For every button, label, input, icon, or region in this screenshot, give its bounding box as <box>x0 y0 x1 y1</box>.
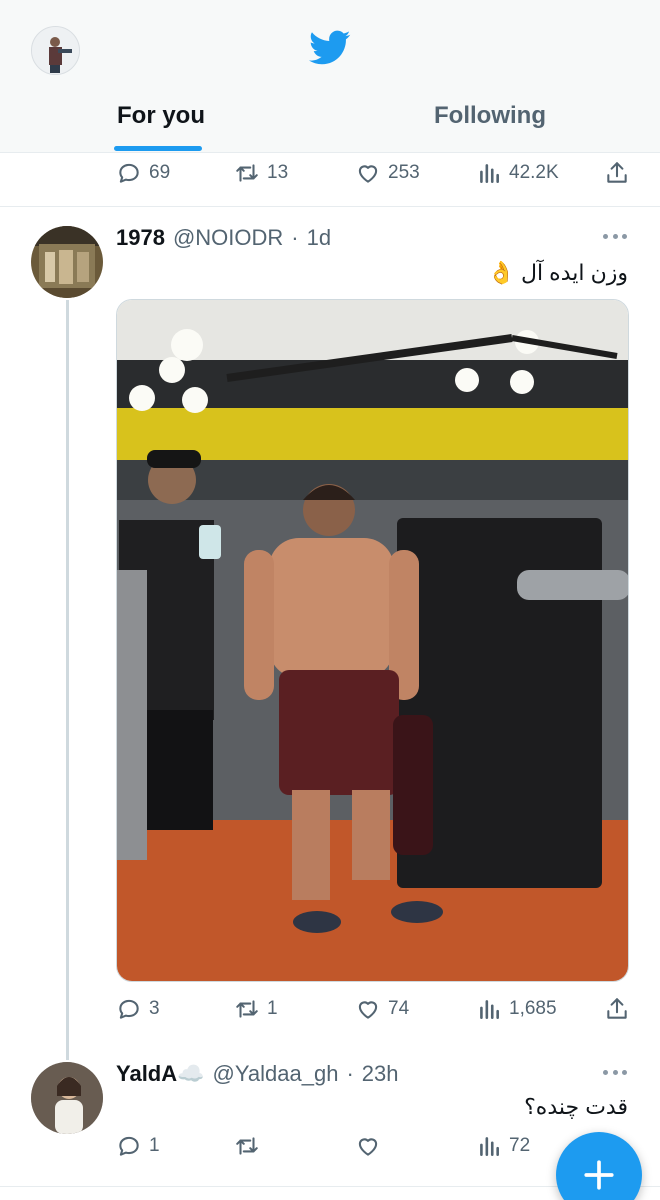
tweet1-media-photo[interactable] <box>116 299 629 982</box>
compose-plus-icon <box>584 1160 614 1190</box>
profile-avatar[interactable] <box>31 26 80 75</box>
tweet1-text: وزن ایده آل 👌 <box>487 260 628 285</box>
views-icon <box>480 1137 499 1156</box>
active-tab-indicator <box>114 146 202 151</box>
tweet2-display-name[interactable]: YaldA☁️ <box>116 1061 205 1087</box>
tweet2-more-menu[interactable] <box>603 1067 627 1077</box>
more-dot <box>603 233 608 239</box>
reply-button[interactable]: 3 <box>116 993 160 1025</box>
retweet-button[interactable]: 1 <box>234 993 278 1025</box>
tweet2-avatar[interactable] <box>31 1062 103 1134</box>
reply-count: 1 <box>149 1135 160 1156</box>
retweet-count: 1 <box>267 998 278 1019</box>
tweet1-header: 1978 @NOIODR · 1d <box>116 225 331 251</box>
prev-tweet-action-bar: 69 13 253 42.2K <box>116 157 631 189</box>
views-button[interactable]: 72 <box>476 1130 530 1162</box>
reply-button[interactable]: 69 <box>116 157 170 189</box>
reply-button[interactable]: 1 <box>116 1130 160 1162</box>
views-icon <box>480 1000 499 1019</box>
tweet-divider <box>0 206 660 207</box>
reply-count: 69 <box>149 162 171 183</box>
twitter-bird-icon[interactable] <box>309 30 351 66</box>
more-dot <box>622 233 627 239</box>
reply-count: 3 <box>149 998 160 1019</box>
views-count: 1,685 <box>509 998 557 1019</box>
tab-following[interactable]: Following <box>434 102 546 130</box>
tweet1-display-name[interactable]: 1978 <box>116 225 165 251</box>
like-icon <box>358 165 378 183</box>
thread-connector-line <box>66 300 69 1060</box>
tweet2-header: YaldA☁️ @Yaldaa_gh · 23h <box>116 1061 399 1087</box>
like-count: 74 <box>388 998 410 1019</box>
reply-icon <box>119 163 139 183</box>
tweet1-separator: · <box>291 225 299 250</box>
retweet-icon <box>236 1000 258 1018</box>
like-button[interactable]: 74 <box>355 993 409 1025</box>
top-header: For you Following <box>0 0 660 153</box>
reply-icon <box>119 1136 139 1156</box>
views-count: 42.2K <box>509 162 559 183</box>
retweet-icon <box>236 164 258 182</box>
tweet2-separator: · <box>346 1061 354 1086</box>
more-dot <box>622 1069 627 1075</box>
like-icon <box>358 1138 378 1156</box>
like-icon <box>358 1001 378 1019</box>
tweet1-handle[interactable]: @NOIODR <box>173 225 283 251</box>
tweet1-timestamp[interactable]: 1d <box>307 225 331 251</box>
more-dot <box>612 1069 618 1075</box>
like-button[interactable] <box>355 1130 388 1162</box>
views-count: 72 <box>509 1135 531 1156</box>
share-icon <box>607 162 627 183</box>
share-button[interactable] <box>604 993 630 1025</box>
views-icon <box>480 164 499 183</box>
share-icon <box>607 998 627 1019</box>
tweet2-timestamp[interactable]: 23h <box>362 1061 399 1087</box>
more-dot <box>603 1069 608 1075</box>
more-dot <box>612 233 618 239</box>
tweet2-text: قدت چنده؟ <box>524 1094 628 1119</box>
share-button[interactable] <box>604 157 630 189</box>
tweet1-more-menu[interactable] <box>603 231 627 241</box>
retweet-button[interactable] <box>234 1130 267 1162</box>
retweet-count: 13 <box>267 162 289 183</box>
tweet1-action-bar: 3 1 74 1,685 <box>116 993 631 1025</box>
retweet-icon <box>236 1137 258 1155</box>
tab-for-you[interactable]: For you <box>117 102 205 130</box>
views-button[interactable]: 42.2K <box>476 157 559 189</box>
views-button[interactable]: 1,685 <box>476 993 557 1025</box>
like-count: 253 <box>388 162 420 183</box>
retweet-button[interactable]: 13 <box>234 157 288 189</box>
reply-icon <box>119 999 139 1019</box>
tweet1-avatar[interactable] <box>31 226 103 298</box>
tweet2-handle[interactable]: @Yaldaa_gh <box>213 1061 339 1087</box>
tweet2-action-bar: 1 72 <box>116 1130 631 1162</box>
like-button[interactable]: 253 <box>355 157 420 189</box>
